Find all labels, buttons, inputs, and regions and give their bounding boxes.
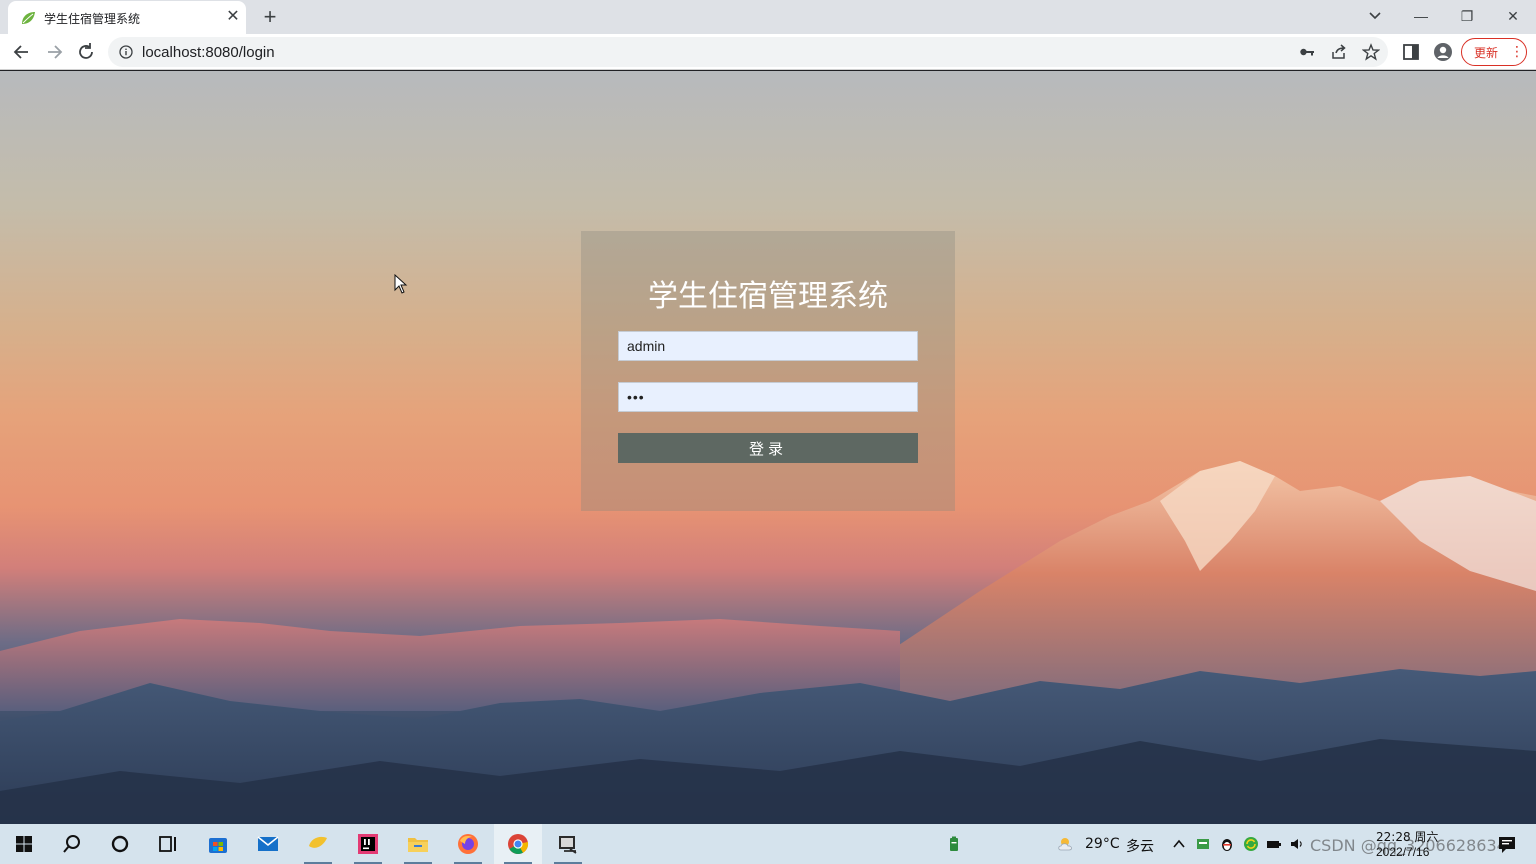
update-label: 更新 — [1474, 46, 1499, 60]
reload-icon[interactable] — [72, 38, 100, 66]
notification-center-icon[interactable] — [1497, 834, 1517, 854]
window-restore-button[interactable]: ❐ — [1444, 0, 1490, 32]
taskbar-firefox-app[interactable] — [444, 824, 492, 864]
browser-tab-strip: 学生住宿管理系统 ✕ + — ❐ ✕ — [0, 0, 1536, 34]
update-button[interactable]: 更新 ⋮ — [1461, 38, 1527, 66]
folder-icon — [408, 838, 428, 852]
weather-temperature[interactable]: 29°C — [1085, 836, 1120, 852]
sticky-app-icon — [309, 836, 327, 848]
browser-toolbar: localhost:8080/login 更新 ⋮ — [0, 34, 1536, 70]
windows-logo-icon — [16, 836, 32, 852]
share-icon[interactable] — [1330, 43, 1348, 61]
window-close-button[interactable]: ✕ — [1490, 0, 1536, 32]
weather-cloudy-icon[interactable] — [1056, 836, 1078, 852]
arrow-right-icon[interactable] — [40, 38, 68, 66]
login-title: 学生住宿管理系统 — [648, 279, 888, 314]
cortana-ring-icon — [111, 835, 129, 853]
task-view-icon — [159, 836, 176, 852]
new-tab-button[interactable]: + — [258, 5, 282, 29]
key-icon[interactable] — [1298, 43, 1316, 61]
taskbar-file-explorer-app[interactable] — [394, 824, 442, 864]
chevron-up-icon[interactable] — [1171, 836, 1187, 852]
kebab-menu-icon: ⋮ — [1510, 43, 1524, 59]
windows-taskbar: 29°C 多云 CSDN @qq_3206628634 22:28 周六 202… — [0, 824, 1536, 864]
mouse-cursor-icon — [394, 274, 408, 294]
login-card: 学生住宿管理系统 登录 — [581, 231, 955, 511]
recorder-app-icon — [559, 836, 577, 854]
side-panel-icon[interactable] — [1401, 42, 1421, 62]
start-button[interactable] — [0, 824, 48, 864]
search-icon — [63, 835, 80, 853]
taskbar-mail-app[interactable] — [244, 824, 292, 864]
login-button[interactable]: 登录 — [618, 433, 918, 463]
tab-search-chevron-icon[interactable] — [1362, 4, 1388, 28]
taskbar-search-button[interactable] — [48, 824, 96, 864]
profile-icon[interactable] — [1433, 42, 1453, 62]
window-minimize-button[interactable]: — — [1398, 0, 1444, 32]
arrow-left-icon[interactable] — [8, 38, 36, 66]
power-tray-icon[interactable] — [1266, 836, 1282, 852]
qq-penguin-icon[interactable] — [1219, 836, 1235, 852]
cortana-button[interactable] — [96, 824, 144, 864]
browser-tab[interactable]: 学生住宿管理系统 ✕ — [8, 1, 246, 34]
sync-tray-icon[interactable] — [1243, 836, 1259, 852]
taskbar-intellij-app[interactable] — [344, 824, 392, 864]
username-input[interactable] — [618, 331, 918, 361]
url-text[interactable]: localhost:8080/login — [142, 44, 275, 61]
taskbar-chrome-app[interactable] — [494, 824, 542, 864]
intellij-idea-icon — [358, 834, 378, 854]
tab-close-button[interactable]: ✕ — [224, 7, 242, 27]
taskbar-store-app[interactable] — [194, 824, 242, 864]
task-view-button[interactable] — [144, 824, 192, 864]
taskbar-pin-app[interactable] — [294, 824, 342, 864]
volume-icon[interactable] — [1289, 836, 1305, 852]
clock-time[interactable]: 22:28 周六 — [1376, 828, 1438, 845]
taskbar-screen-recorder-app[interactable] — [544, 824, 592, 864]
star-icon[interactable] — [1362, 43, 1380, 61]
chrome-icon — [508, 834, 529, 855]
battery-tray-icon[interactable] — [946, 836, 962, 852]
password-input[interactable] — [618, 382, 918, 412]
address-bar[interactable]: localhost:8080/login — [108, 37, 1388, 67]
info-icon[interactable] — [119, 45, 133, 59]
app-tray-green-icon[interactable] — [1195, 836, 1211, 852]
tab-title: 学生住宿管理系统 — [44, 12, 141, 26]
spring-leaf-icon — [22, 12, 35, 24]
clock-date[interactable]: 2022/7/16 — [1376, 845, 1429, 859]
page-viewport: 学生住宿管理系统 登录 — [0, 71, 1536, 824]
weather-description[interactable]: 多云 — [1126, 836, 1154, 856]
mail-icon — [257, 836, 279, 851]
microsoft-store-icon — [209, 838, 227, 853]
firefox-icon — [458, 834, 478, 854]
